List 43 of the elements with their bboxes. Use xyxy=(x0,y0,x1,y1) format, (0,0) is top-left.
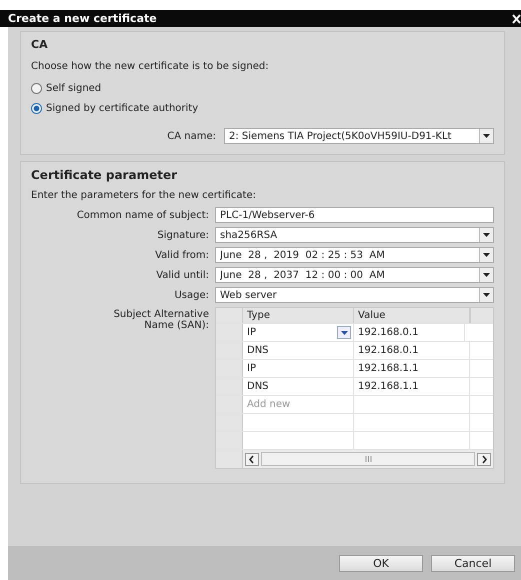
input-field[interactable]: PLC-1/Webserver-6 xyxy=(215,207,494,223)
horizontal-scrollbar[interactable] xyxy=(243,450,493,468)
field-label: Signature: xyxy=(156,230,209,240)
radio-option[interactable]: Signed by certificate authority xyxy=(31,98,494,118)
radio-icon[interactable] xyxy=(31,102,42,114)
field-label: Valid until: xyxy=(155,270,209,280)
column-header[interactable]: Value xyxy=(354,308,470,323)
field-label: Usage: xyxy=(173,290,209,300)
table-cell: 192.168.0.1 xyxy=(354,324,465,341)
table-cell: 192.168.0.1 xyxy=(354,342,470,359)
table-cell: DNS xyxy=(243,378,354,395)
instruction-text: Enter the parameters for the new certificate: xyxy=(31,190,257,201)
field-label: Subject Alternative Name (SAN): xyxy=(112,308,209,331)
scroll-right-icon[interactable] xyxy=(477,452,491,466)
window-title: Create a new certificate xyxy=(8,12,157,25)
dialog-button[interactable]: OK xyxy=(339,554,423,572)
dropdown-field[interactable]: sha256RSA xyxy=(215,227,494,243)
table-cell: 192.168.1.1 xyxy=(354,378,470,395)
close-icon[interactable] xyxy=(512,14,521,24)
field-label: Common name of subject: xyxy=(76,210,209,220)
radio-label: Self signed xyxy=(46,82,102,94)
section-heading: CA xyxy=(31,38,49,51)
field-value: 2: Siemens TIA Project(5K0oVH59IU-D91-KLt xyxy=(229,130,452,142)
dialog-button[interactable]: Cancel xyxy=(431,554,515,572)
ca-name-dropdown[interactable]: 2: Siemens TIA Project(5K0oVH59IU-D91-KLt xyxy=(224,128,494,144)
scroll-left-icon[interactable] xyxy=(245,452,259,466)
field-label: Valid from: xyxy=(154,250,209,260)
field-value: sha256RSA xyxy=(220,230,278,240)
radio-label: Signed by certificate authority xyxy=(46,102,198,114)
dropdown-field[interactable]: Web server xyxy=(215,287,494,303)
table-cell: 192.168.1.1 xyxy=(354,360,470,377)
grip-icon xyxy=(364,456,372,462)
field-value: Web server xyxy=(220,290,278,300)
instruction-text: Choose how the new certificate is to be signed: xyxy=(31,61,270,72)
field-label: CA name: xyxy=(167,130,216,142)
column-header[interactable]: Type xyxy=(243,308,354,323)
table-cell: DNS xyxy=(243,342,354,359)
table-cell: IP xyxy=(243,360,354,377)
cell-value: IP xyxy=(247,327,256,338)
radio-option[interactable]: Self signed xyxy=(31,78,494,98)
radio-icon[interactable] xyxy=(31,82,42,94)
section-heading: Certificate parameter xyxy=(31,168,178,182)
type-dropdown[interactable]: IP xyxy=(243,324,354,341)
